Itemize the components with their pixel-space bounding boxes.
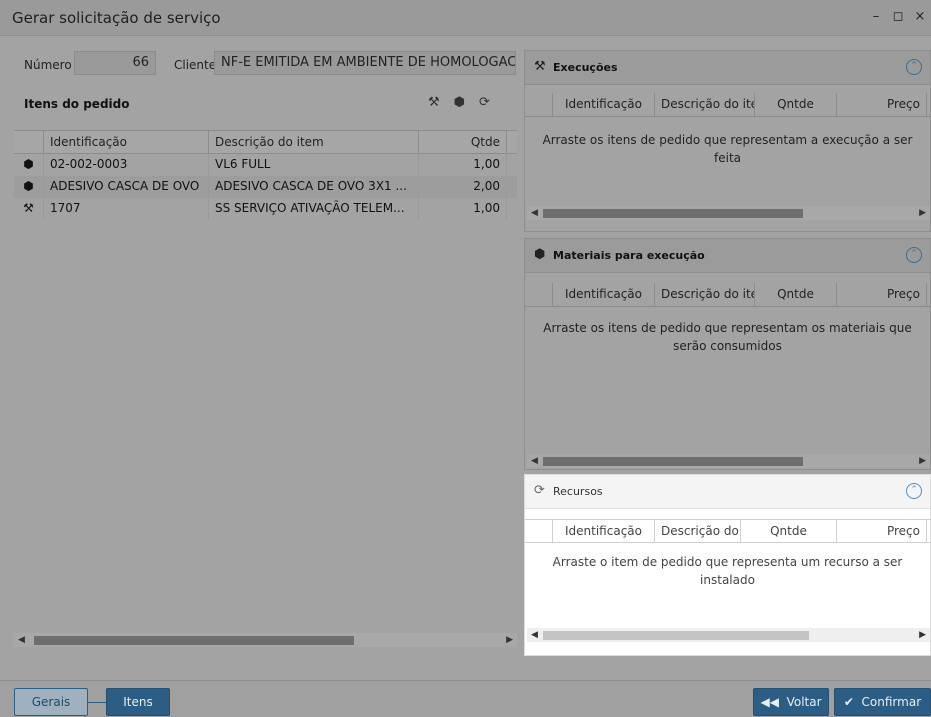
voltar-label: Voltar: [786, 695, 822, 709]
window-controls: – ◻ ×: [869, 9, 927, 24]
title-bar: Gerar solicitação de serviço – ◻ ×: [0, 0, 931, 36]
box-icon: ⬢: [14, 154, 44, 176]
minimize-icon[interactable]: –: [869, 9, 883, 24]
scroll-right-icon[interactable]: ▶: [919, 454, 926, 468]
confirmar-button[interactable]: ✔ Confirmar: [834, 688, 931, 716]
col-icon-header: [525, 283, 553, 306]
items-toolbar: ⚒ ⬢ ⟳: [428, 95, 490, 110]
col-preco[interactable]: Preço: [837, 93, 927, 116]
close-icon[interactable]: ×: [913, 9, 927, 24]
items-hscroll[interactable]: ◀ ▶: [14, 633, 517, 647]
scroll-thumb[interactable]: [543, 457, 803, 466]
col-qntde[interactable]: Qntde: [741, 520, 837, 542]
row-desc: VL6 FULL: [209, 154, 419, 176]
row-qtde: 1,00: [419, 154, 507, 176]
tab-itens[interactable]: Itens: [106, 688, 170, 716]
materiais-hscroll[interactable]: ◀ ▶: [527, 454, 930, 468]
box-icon[interactable]: ⬢: [454, 95, 465, 110]
col-qntde[interactable]: Qntde: [755, 283, 837, 306]
tools-icon[interactable]: ⚒: [428, 95, 440, 110]
materiais-header: ⬢ Materiais para execução ⌃: [525, 239, 930, 273]
col-identificacao[interactable]: Identificação: [553, 520, 655, 542]
col-descricao[interactable]: Descrição do item: [655, 520, 741, 542]
scroll-left-icon[interactable]: ◀: [18, 633, 25, 647]
collapse-icon[interactable]: ⌃: [906, 483, 922, 499]
col-preco[interactable]: Preço: [837, 520, 927, 542]
row-id: 1707: [44, 198, 209, 220]
materiais-empty-message: Arraste os itens de pedido que represent…: [543, 321, 912, 353]
col-identificacao[interactable]: Identificação: [553, 93, 655, 116]
col-qtde[interactable]: Qtde: [419, 131, 507, 153]
window-title: Gerar solicitação de serviço: [12, 9, 221, 27]
recycle-icon[interactable]: ⟳: [479, 95, 490, 110]
tab-gerais[interactable]: Gerais: [14, 688, 88, 716]
collapse-icon[interactable]: ⌃: [906, 247, 922, 263]
execucoes-hscroll[interactable]: ◀ ▶: [527, 206, 930, 220]
col-qntde[interactable]: Qntde: [755, 93, 837, 116]
table-row[interactable]: ⚒ 1707 SS SERVIÇO ATIVAÇÃO TELEM... 1,00: [14, 198, 517, 220]
confirmar-label: Confirmar: [861, 695, 922, 709]
col-descricao[interactable]: Descrição do item: [209, 131, 419, 153]
table-row[interactable]: ⬢ 02-002-0003 VL6 FULL 1,00: [14, 154, 517, 176]
col-identificacao[interactable]: Identificação: [44, 131, 209, 153]
row-qtde: 1,00: [419, 198, 507, 220]
tab-connector: [88, 702, 106, 703]
row-desc: SS SERVIÇO ATIVAÇÃO TELEM...: [209, 198, 419, 220]
tools-icon: ⚒: [14, 198, 44, 220]
col-icon-header: [525, 520, 553, 542]
table-row[interactable]: ⬢ ADESIVO CASCA DE OVO ADESIVO CASCA DE …: [14, 176, 517, 198]
row-qtde: 2,00: [419, 176, 507, 198]
execucoes-empty-message: Arraste os itens de pedido que represent…: [542, 133, 913, 165]
items-grid: Identificação Descrição do item Qtde ⬢ 0…: [14, 130, 517, 650]
numero-field[interactable]: 66: [74, 51, 156, 75]
scroll-right-icon[interactable]: ▶: [506, 633, 513, 647]
col-identificacao[interactable]: Identificação: [553, 283, 655, 306]
restore-icon[interactable]: ◻: [891, 9, 905, 24]
scroll-thumb[interactable]: [543, 209, 803, 218]
col-preco[interactable]: Preço: [837, 283, 927, 306]
collapse-icon[interactable]: ⌃: [906, 59, 922, 75]
cliente-label: Cliente: [174, 58, 217, 72]
materiais-grid-header: Identificação Descrição do item Qntde Pr…: [525, 283, 931, 307]
numero-label: Número: [24, 58, 72, 72]
row-desc: ADESIVO CASCA DE OVO 3X1 ...: [209, 176, 419, 198]
col-descricao[interactable]: Descrição do item: [655, 93, 755, 116]
recursos-hscroll[interactable]: ◀ ▶: [527, 628, 930, 642]
scroll-thumb[interactable]: [34, 636, 354, 645]
recursos-panel: ⟳ Recursos ⌃ Identificação Descrição do …: [524, 474, 931, 656]
col-icon-header: [14, 131, 44, 153]
items-title: Itens do pedido: [24, 97, 130, 111]
items-grid-header: Identificação Descrição do item Qtde: [14, 130, 517, 154]
materiais-title: Materiais para execução: [553, 249, 705, 262]
row-id: ADESIVO CASCA DE OVO: [44, 176, 209, 198]
recursos-grid-header: Identificação Descrição do item Qntde Pr…: [525, 519, 931, 543]
check-icon: ✔: [843, 695, 854, 709]
recycle-icon: ⟳: [534, 483, 545, 498]
rewind-icon: ◀◀: [760, 695, 779, 709]
execucoes-header: ⚒ Execuções ⌃: [525, 51, 930, 85]
scroll-left-icon[interactable]: ◀: [531, 628, 538, 642]
col-descricao[interactable]: Descrição do item: [655, 283, 755, 306]
service-request-window: Gerar solicitação de serviço – ◻ × Númer…: [0, 0, 931, 717]
tools-icon: ⚒: [534, 59, 546, 74]
col-icon-header: [525, 93, 553, 116]
execucoes-title: Execuções: [553, 61, 618, 74]
row-id: 02-002-0003: [44, 154, 209, 176]
execucoes-panel: ⚒ Execuções ⌃ Identificação Descrição do…: [524, 50, 931, 232]
recursos-empty-message: Arraste o item de pedido que representa …: [552, 555, 903, 587]
scroll-right-icon[interactable]: ▶: [919, 206, 926, 220]
scroll-left-icon[interactable]: ◀: [531, 454, 538, 468]
recursos-header: ⟳ Recursos ⌃: [525, 475, 930, 509]
box-icon: ⬢: [534, 247, 546, 262]
voltar-button[interactable]: ◀◀ Voltar: [753, 688, 829, 716]
scroll-left-icon[interactable]: ◀: [531, 206, 538, 220]
box-icon: ⬢: [14, 176, 44, 198]
scroll-thumb[interactable]: [543, 631, 809, 640]
footer-bar: Gerais Itens ◀◀ Voltar ✔ Confirmar: [0, 680, 931, 717]
cliente-field[interactable]: NF-E EMITIDA EM AMBIENTE DE HOMOLOGACAO: [214, 51, 516, 75]
materiais-panel: ⬢ Materiais para execução ⌃ Identificaçã…: [524, 238, 931, 470]
recursos-title: Recursos: [553, 485, 603, 498]
execucoes-grid-header: Identificação Descrição do item Qntde Pr…: [525, 93, 931, 117]
scroll-right-icon[interactable]: ▶: [919, 628, 926, 642]
